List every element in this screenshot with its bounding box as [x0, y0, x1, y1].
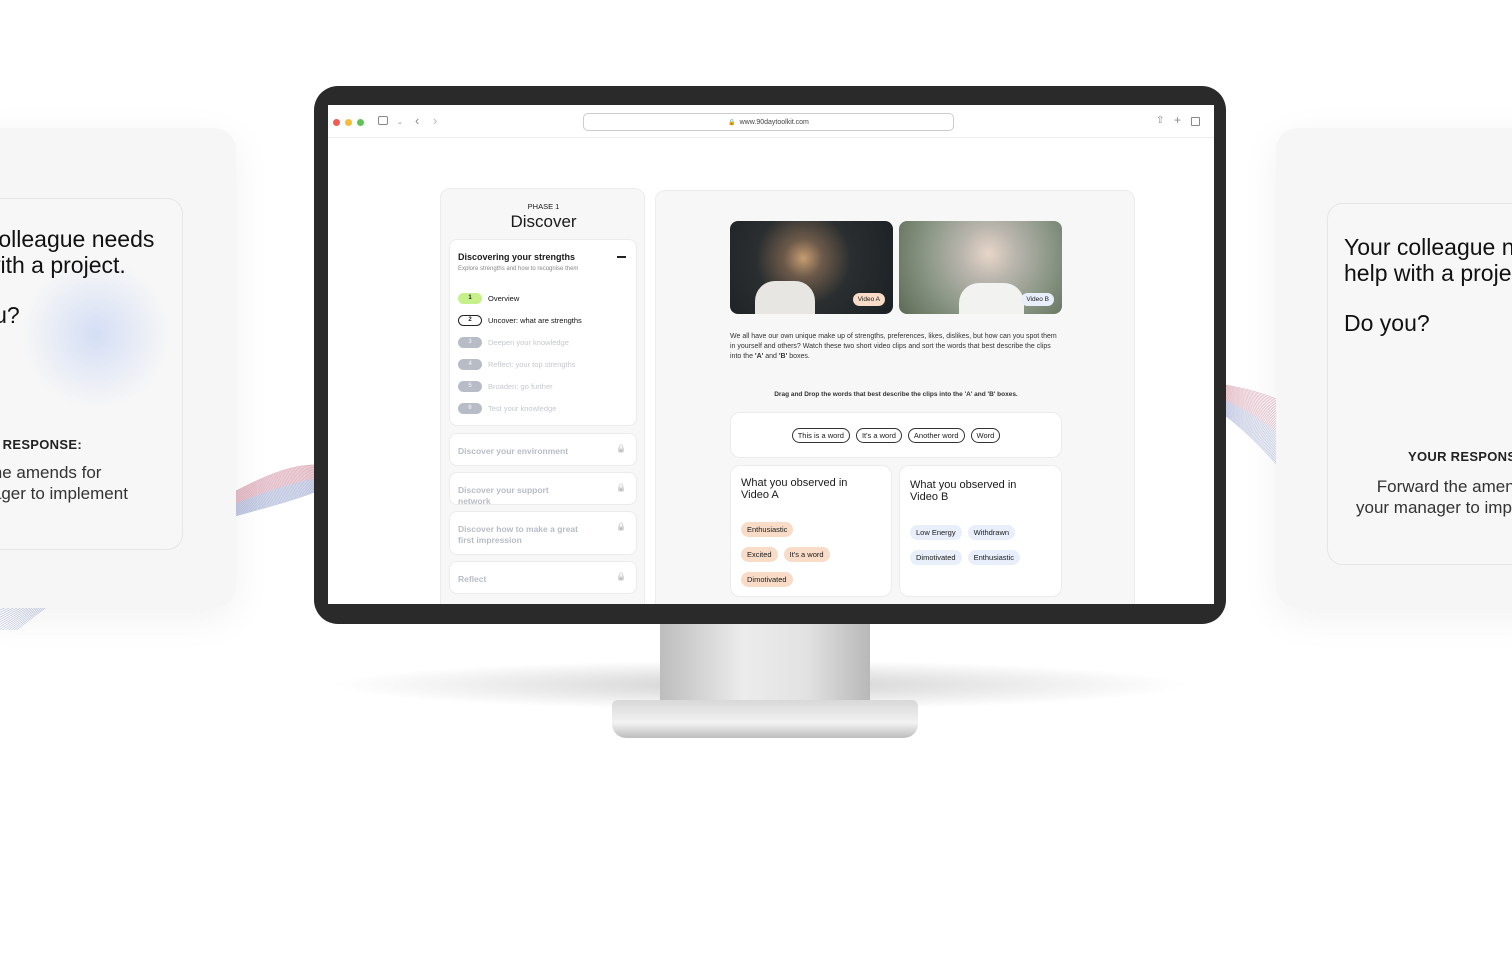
locked-section[interactable]: Discover your environment 🔒: [449, 433, 637, 466]
video-b-label: Video B: [1021, 293, 1054, 306]
lock-icon: 🔒: [616, 444, 626, 453]
tabs-overview-icon[interactable]: [1191, 117, 1200, 126]
word-chip[interactable]: It's a word: [783, 547, 830, 562]
step-label: Broaden: go further: [488, 381, 553, 391]
phase-sidebar: PHASE 1 Discover Discovering your streng…: [440, 188, 645, 604]
step-number-badge: 1: [458, 292, 482, 304]
share-icon[interactable]: ⇧: [1156, 115, 1164, 126]
step-item[interactable]: 2 Uncover: what are strengths: [458, 309, 582, 331]
box-b-title: What you observed in Video B: [910, 479, 1017, 503]
draggable-word[interactable]: It's a word: [855, 427, 902, 443]
step-number-badge: 6: [458, 402, 482, 414]
draggable-word[interactable]: This is a word: [791, 427, 850, 443]
locked-section-title: Discover your environment: [458, 446, 569, 456]
step-label: Deepen your knowledge: [488, 337, 569, 347]
url-text: www.90daytoolkit.com: [739, 118, 809, 126]
left-scenario-card: Your colleague needs help with a project…: [0, 198, 183, 550]
step-label: Overview: [488, 293, 520, 303]
lock-icon: 🔒: [616, 483, 626, 492]
step-item: 4 Reflect: your top strengths: [458, 353, 582, 375]
locked-section-title: Discover your support network: [458, 485, 549, 506]
close-window-button[interactable]: [333, 119, 340, 126]
draggable-word[interactable]: Another word: [907, 427, 965, 443]
forward-icon[interactable]: ›: [433, 113, 437, 128]
browser-window: ⌄ ‹ › 🔒 www.90daytoolkit.com ⇧ + PHASE 1…: [328, 105, 1214, 604]
instruction-text: Drag and Drop the words that best descri…: [774, 391, 1018, 398]
section-subtitle: Explore strengths and how to recognise t…: [458, 266, 579, 272]
intro-text: We all have our own unique make up of st…: [730, 333, 1057, 360]
locked-section[interactable]: Discover how to make a great first impre…: [449, 511, 637, 555]
box-a-title: What you observed in Video A: [741, 477, 848, 501]
drop-box-b[interactable]: What you observed in Video B Low Energy W…: [899, 465, 1062, 597]
video-a-label: Video A: [852, 293, 885, 306]
maximize-window-button[interactable]: [357, 119, 364, 126]
step-label: Test your knowledge: [488, 403, 557, 413]
locked-section[interactable]: Discover your support network 🔒: [449, 472, 637, 506]
address-bar[interactable]: 🔒 www.90daytoolkit.com: [583, 113, 954, 131]
word-chip[interactable]: Dimotivated: [910, 550, 962, 565]
new-tab-icon[interactable]: +: [1174, 113, 1181, 127]
browser-toolbar: ⌄ ‹ › 🔒 www.90daytoolkit.com ⇧ +: [328, 105, 1214, 138]
word-chip[interactable]: Dimotivated: [741, 572, 793, 587]
response-text: Forward the amends for your manager to i…: [0, 463, 128, 503]
scenario-question: Your colleague needs help with a project…: [0, 226, 155, 328]
person-a-shirt: [755, 281, 815, 314]
phase-label: PHASE 1: [527, 202, 560, 211]
sidebar-toggle-icon[interactable]: [378, 116, 388, 125]
right-scenario-card: Your colleague needs help with a project…: [1327, 203, 1512, 565]
video-b-thumbnail[interactable]: Video B: [899, 221, 1062, 314]
word-chip[interactable]: Excited: [741, 547, 778, 562]
lock-icon: 🔒: [728, 119, 736, 126]
monitor-stand-base: [612, 700, 918, 738]
drop-box-a[interactable]: What you observed in Video A Enthusiasti…: [730, 465, 892, 597]
collapse-icon[interactable]: [617, 256, 626, 258]
activity-panel: Video A Video B We all have our own uniq…: [655, 190, 1135, 604]
word-bank: This is a word It's a word Another word Wor…: [730, 412, 1062, 458]
phase-title: Discover: [510, 212, 577, 231]
response-text: Forward the amends for your manager to i…: [1356, 477, 1512, 517]
locked-section[interactable]: Reflect 🔒: [449, 561, 637, 594]
step-list: 1 Overview 2 Uncover: what are strengths 3 De…: [458, 287, 582, 419]
step-item: 3 Deepen your knowledge: [458, 331, 582, 353]
locked-section-title: Reflect: [458, 574, 487, 584]
step-item: 5 Broaden: go further: [458, 375, 582, 397]
step-number-badge: 2: [458, 314, 482, 326]
draggable-word[interactable]: Word: [970, 427, 1001, 443]
back-icon[interactable]: ‹: [415, 113, 419, 128]
section-title: Discovering your strengths: [458, 252, 576, 262]
chevron-down-icon[interactable]: ⌄: [397, 118, 403, 126]
section-discovering-strengths: Discovering your strengths Explore stren…: [449, 239, 637, 426]
step-number-badge: 3: [458, 336, 482, 348]
word-chip[interactable]: Low Energy: [910, 525, 962, 540]
person-b-shirt: [959, 283, 1024, 314]
video-a-thumbnail[interactable]: Video A: [730, 221, 893, 314]
response-label: YOUR RESPONSE:: [0, 437, 82, 452]
word-chip[interactable]: Enthusiastic: [967, 550, 1021, 565]
response-label: YOUR RESPONSE:: [1408, 449, 1512, 464]
word-chip[interactable]: Withdrawn: [967, 525, 1016, 540]
step-item[interactable]: 1 Overview: [458, 287, 582, 309]
locked-section-title: Discover how to make a great first impre…: [458, 524, 578, 545]
step-label: Reflect: your top strengths: [488, 359, 576, 369]
lock-icon: 🔒: [616, 522, 626, 531]
step-label: Uncover: what are strengths: [488, 315, 582, 325]
step-number-badge: 5: [458, 380, 482, 392]
word-chip[interactable]: Enthusiastic: [741, 522, 794, 537]
lock-icon: 🔒: [616, 572, 626, 581]
step-number-badge: 4: [458, 358, 482, 370]
minimize-window-button[interactable]: [345, 119, 352, 126]
monitor-stand-neck: [660, 622, 870, 707]
step-item: 6 Test your knowledge: [458, 397, 582, 419]
scenario-question: Your colleague needs help with a project…: [1344, 234, 1512, 336]
